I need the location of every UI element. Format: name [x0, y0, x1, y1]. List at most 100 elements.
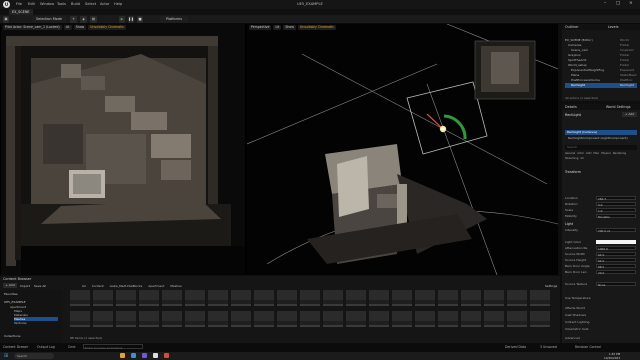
asset-tile[interactable] — [93, 290, 113, 306]
breadcrumb-item[interactable]: All — [82, 284, 86, 288]
close-icon[interactable]: × — [629, 1, 633, 6]
location-field[interactable]: 284.3 — [596, 196, 636, 201]
source-width-field[interactable]: 64.0 — [596, 252, 636, 257]
play-icon[interactable]: ▶ — [119, 16, 125, 23]
menu-tools[interactable]: Tools — [57, 2, 66, 6]
asset-tile[interactable] — [162, 290, 182, 306]
menu-file[interactable]: File — [16, 2, 22, 6]
app-icon[interactable] — [142, 353, 147, 358]
collections-section[interactable]: Collections — [4, 334, 20, 338]
mobility-field[interactable]: Movable — [596, 214, 636, 219]
unreal-taskbar-icon[interactable] — [153, 353, 158, 358]
asset-tile[interactable] — [139, 290, 159, 306]
save-all-button[interactable]: Save All — [34, 284, 46, 288]
asset-tile[interactable] — [254, 290, 274, 306]
asset-tile[interactable] — [208, 290, 228, 306]
tab-world-settings[interactable]: World Settings — [606, 105, 631, 109]
pilot-actor-label[interactable]: Pilot Actor: Scene_cam_1 (Locked) — [3, 25, 62, 30]
output-log-button[interactable]: Output Log — [37, 345, 55, 349]
pause-icon[interactable]: ❚❚ — [128, 16, 134, 23]
asset-tile[interactable] — [93, 311, 113, 327]
windows-start-icon[interactable]: ⊞ — [4, 353, 8, 359]
asset-tile[interactable] — [484, 290, 504, 306]
asset-tile[interactable] — [438, 311, 458, 327]
console-input[interactable]: Enter Console Command — [83, 344, 143, 350]
show-button[interactable]: Show — [73, 25, 87, 30]
view-mode-button[interactable]: Lit — [63, 25, 72, 30]
menu-window[interactable]: Window — [40, 2, 54, 6]
menu-help[interactable]: Help — [114, 2, 122, 6]
save-icon[interactable]: ▣ — [3, 16, 9, 23]
filter-tab[interactable]: Streaming — [565, 157, 578, 160]
tab-outliner[interactable]: Outliner — [565, 25, 579, 29]
asset-tile[interactable] — [139, 311, 159, 327]
breadcrumb-item[interactable]: Content — [92, 284, 104, 288]
asset-tile[interactable] — [70, 290, 90, 306]
add-actor-icon[interactable]: + — [70, 16, 77, 23]
viewport-left[interactable]: Pilot Actor: Scene_cam_1 (Locked) Lit Sh… — [1, 24, 245, 275]
breadcrumb-item[interactable]: Gaba_MedUrbeBlocks — [110, 284, 143, 288]
section-light[interactable]: Light — [565, 222, 573, 226]
show-button[interactable]: Show — [283, 25, 296, 30]
folder-item[interactable]: Textures — [14, 321, 27, 325]
revision-control-button[interactable]: Revision Control — [575, 345, 601, 349]
asset-tile[interactable] — [438, 290, 458, 306]
cmd-dropdown[interactable]: Cmd — [68, 345, 75, 349]
project-root[interactable]: UE5_EXAMPLE — [4, 300, 25, 304]
menu-edit[interactable]: Edit — [28, 2, 35, 6]
add-button[interactable]: + Add — [3, 283, 17, 288]
filter-tab[interactable]: LOD — [586, 152, 591, 155]
asset-tile[interactable] — [254, 311, 274, 327]
asset-tile[interactable] — [461, 311, 481, 327]
asset-tile[interactable] — [484, 311, 504, 327]
intensity-field[interactable]: 200.0 cd — [596, 228, 636, 233]
asset-tile[interactable] — [70, 311, 90, 327]
filter-tab[interactable]: Rendering — [613, 152, 626, 155]
view-mode-button[interactable]: Lit — [273, 25, 282, 30]
asset-tile[interactable] — [277, 290, 297, 306]
source-height-field[interactable]: 64.0 — [596, 258, 636, 263]
actor-name[interactable]: RectLight — [565, 113, 581, 117]
unreal-logo-icon[interactable]: U — [3, 1, 10, 8]
asset-tile[interactable] — [346, 290, 366, 306]
blueprint-icon[interactable]: ◈ — [80, 16, 87, 23]
maximize-icon[interactable]: □ — [616, 1, 620, 6]
asset-tile[interactable] — [300, 290, 320, 306]
barn-length-field[interactable]: 20.0 — [596, 270, 636, 275]
file-explorer-icon[interactable] — [120, 353, 125, 358]
light-color-swatch[interactable] — [596, 240, 636, 244]
filter-tab[interactable]: Physics — [601, 152, 611, 155]
component-row[interactable]: RectLightComponent (LightComponent) — [568, 136, 628, 140]
asset-tile[interactable] — [507, 311, 527, 327]
menu-select[interactable]: Select — [85, 2, 96, 6]
favorites-section[interactable]: Favorites — [4, 292, 18, 296]
perspective-button[interactable]: Perspective — [249, 25, 272, 30]
filter-tab[interactable]: Misc — [593, 152, 599, 155]
browser-icon[interactable] — [131, 353, 136, 358]
settings-button[interactable]: Settings — [545, 284, 557, 288]
tab-details[interactable]: Details — [565, 105, 577, 109]
breadcrumb-item[interactable]: Meshes — [170, 284, 181, 288]
asset-tile[interactable] — [162, 311, 182, 327]
asset-tile[interactable] — [231, 290, 251, 306]
asset-tile[interactable] — [116, 311, 136, 327]
search-input[interactable]: Search — [565, 145, 637, 150]
cinematic-badge[interactable]: Unsuitably Cinematic — [88, 25, 127, 30]
barn-angle-field[interactable]: 88.0 — [596, 264, 636, 269]
asset-tile[interactable] — [530, 290, 550, 306]
asset-tile[interactable] — [369, 290, 389, 306]
filter-tab[interactable]: General — [565, 152, 575, 155]
import-button[interactable]: Import — [20, 284, 30, 288]
rotation-field[interactable]: 0.0 — [596, 202, 636, 207]
mode-dropdown[interactable]: Selection Mode — [32, 16, 66, 23]
scale-field[interactable]: 1.0 — [596, 208, 636, 213]
asset-tile[interactable] — [185, 290, 205, 306]
component-instance[interactable]: RectLight (Instance) — [565, 130, 637, 135]
asset-tile[interactable] — [323, 311, 343, 327]
filter-tab[interactable]: All — [580, 157, 583, 160]
source-texture-field[interactable]: None — [596, 282, 636, 287]
cinematics-icon[interactable]: ▤ — [90, 16, 97, 23]
asset-tile[interactable] — [116, 290, 136, 306]
asset-tile[interactable] — [300, 311, 320, 327]
unsaved-button[interactable]: 3 Unsaved — [540, 345, 557, 349]
